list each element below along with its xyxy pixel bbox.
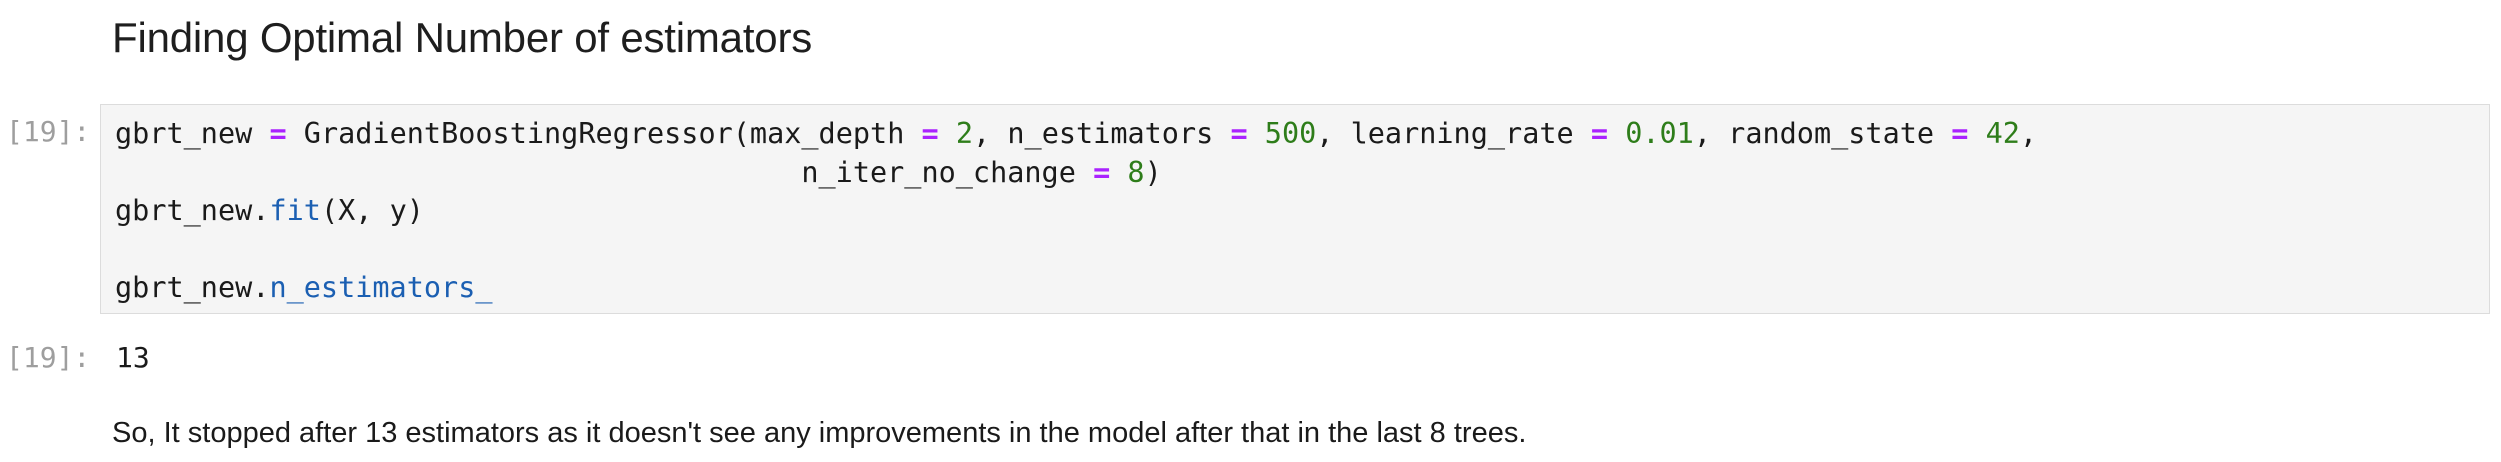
input-prompt: [19]:	[6, 115, 91, 148]
code-token: n_estimators_	[269, 271, 493, 304]
code-token: n_iter_no_change	[801, 155, 1076, 189]
code-token: 0.01	[1625, 117, 1694, 150]
code-token: fit	[269, 194, 321, 227]
cell-output: 13	[116, 341, 150, 374]
code-token: =	[1230, 117, 1248, 150]
code-token: 500	[1264, 117, 1317, 150]
code-token: max_depth	[749, 117, 905, 150]
markdown-note: So, It stopped after 13 estimators as it…	[112, 417, 1527, 449]
code-token: random_state	[1728, 117, 1935, 150]
output-prompt: [19]:	[6, 341, 91, 374]
code-token: .	[252, 271, 270, 304]
code-token: )	[1144, 155, 1162, 189]
code-token: 8	[1127, 155, 1145, 189]
code-token: =	[1093, 155, 1111, 189]
code-token: gbrt_new	[115, 271, 253, 304]
code-token: =	[1590, 117, 1609, 150]
code-token: learning_rate	[1350, 117, 1574, 150]
code-token: =	[269, 117, 287, 150]
code-token: 42	[1985, 117, 2020, 150]
code-editor[interactable]: gbrt_new = GradientBoostingRegressor(max…	[115, 115, 2037, 308]
code-token: 2	[955, 117, 974, 150]
code-token: (X, y)	[320, 194, 424, 227]
code-cell[interactable]: gbrt_new = GradientBoostingRegressor(max…	[100, 104, 2490, 314]
code-token: GradientBoostingRegressor(	[303, 117, 750, 150]
code-token: =	[1951, 117, 1969, 150]
code-token: n_estimators	[1007, 117, 1214, 150]
code-token: gbrt_new	[115, 117, 253, 150]
code-token: .	[252, 194, 270, 227]
markdown-heading: Finding Optimal Number of estimators	[112, 14, 813, 61]
code-token: gbrt_new	[115, 194, 253, 227]
code-token: =	[921, 117, 939, 150]
